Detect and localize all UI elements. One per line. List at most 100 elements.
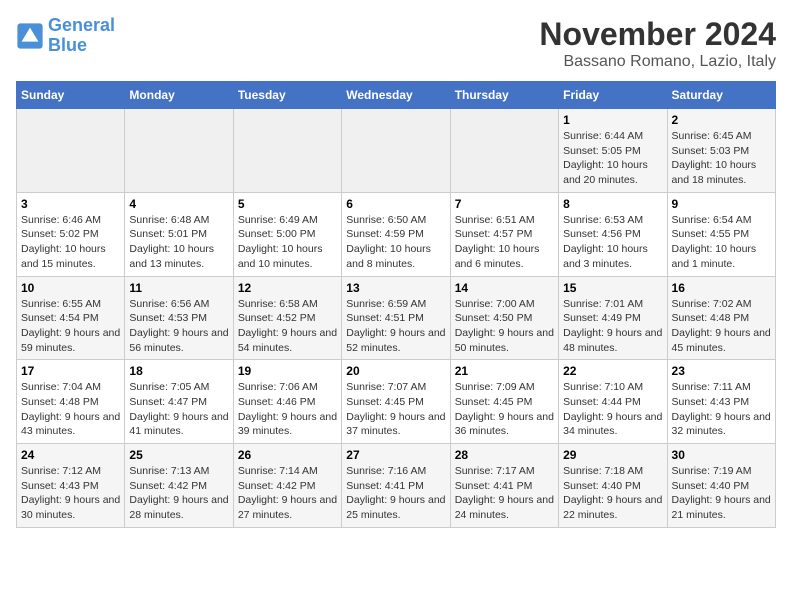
calendar-day-cell: 7 Sunrise: 6:51 AM Sunset: 4:57 PM Daylig…: [450, 192, 558, 276]
calendar-day-cell: [233, 109, 341, 193]
day-info: Sunrise: 7:16 AM Sunset: 4:41 PM Dayligh…: [346, 464, 445, 523]
day-number: 6: [346, 197, 445, 211]
day-info: Sunrise: 7:17 AM Sunset: 4:41 PM Dayligh…: [455, 464, 554, 523]
day-number: 4: [129, 197, 228, 211]
day-info: Sunrise: 6:49 AM Sunset: 5:00 PM Dayligh…: [238, 213, 337, 272]
day-number: 17: [21, 364, 120, 378]
day-info: Sunrise: 6:56 AM Sunset: 4:53 PM Dayligh…: [129, 297, 228, 356]
day-number: 22: [563, 364, 662, 378]
calendar-day-cell: 22Sunrise: 7:10 AM Sunset: 4:44 PM Dayli…: [559, 360, 667, 444]
calendar-body: 1 Sunrise: 6:44 AM Sunset: 5:05 PM Daylig…: [17, 109, 776, 528]
day-info: Sunrise: 7:00 AM Sunset: 4:50 PM Dayligh…: [455, 297, 554, 356]
day-number: 3: [21, 197, 120, 211]
weekday-header: Thursday: [450, 82, 558, 109]
day-info: Sunrise: 6:46 AM Sunset: 5:02 PM Dayligh…: [21, 213, 120, 272]
day-info: Sunrise: 7:04 AM Sunset: 4:48 PM Dayligh…: [21, 380, 120, 439]
calendar-day-cell: 3 Sunrise: 6:46 AM Sunset: 5:02 PM Daylig…: [17, 192, 125, 276]
day-info: Sunrise: 7:18 AM Sunset: 4:40 PM Dayligh…: [563, 464, 662, 523]
calendar-day-cell: 15 Sunrise: 7:01 AM Sunset: 4:49 PM Dayli…: [559, 276, 667, 360]
day-number: 25: [129, 448, 228, 462]
calendar-week-row: 1 Sunrise: 6:44 AM Sunset: 5:05 PM Daylig…: [17, 109, 776, 193]
weekday-header: Sunday: [17, 82, 125, 109]
calendar-week-row: 3 Sunrise: 6:46 AM Sunset: 5:02 PM Daylig…: [17, 192, 776, 276]
day-number: 29: [563, 448, 662, 462]
day-info: Sunrise: 6:44 AM Sunset: 5:05 PM Dayligh…: [563, 129, 662, 188]
day-info: Sunrise: 6:59 AM Sunset: 4:51 PM Dayligh…: [346, 297, 445, 356]
logo: General Blue: [16, 16, 115, 56]
day-number: 9: [672, 197, 771, 211]
day-info: Sunrise: 6:45 AM Sunset: 5:03 PM Dayligh…: [672, 129, 771, 188]
calendar-day-cell: 13 Sunrise: 6:59 AM Sunset: 4:51 PM Dayli…: [342, 276, 450, 360]
calendar-day-cell: 12 Sunrise: 6:58 AM Sunset: 4:52 PM Dayli…: [233, 276, 341, 360]
header: General Blue November 2024 Bassano Roman…: [16, 16, 776, 71]
calendar-week-row: 10 Sunrise: 6:55 AM Sunset: 4:54 PM Dayli…: [17, 276, 776, 360]
day-number: 30: [672, 448, 771, 462]
calendar-day-cell: 26 Sunrise: 7:14 AM Sunset: 4:42 PM Dayli…: [233, 444, 341, 528]
logo-icon: [16, 22, 44, 50]
calendar-day-cell: 4 Sunrise: 6:48 AM Sunset: 5:01 PM Daylig…: [125, 192, 233, 276]
calendar-day-cell: 27 Sunrise: 7:16 AM Sunset: 4:41 PM Dayli…: [342, 444, 450, 528]
weekday-header: Wednesday: [342, 82, 450, 109]
day-number: 1: [563, 113, 662, 127]
day-number: 15: [563, 281, 662, 295]
day-info: Sunrise: 7:09 AM Sunset: 4:45 PM Dayligh…: [455, 380, 554, 439]
title-block: November 2024 Bassano Romano, Lazio, Ita…: [539, 16, 776, 71]
day-info: Sunrise: 6:54 AM Sunset: 4:55 PM Dayligh…: [672, 213, 771, 272]
day-number: 21: [455, 364, 554, 378]
day-number: 27: [346, 448, 445, 462]
day-number: 18: [129, 364, 228, 378]
day-number: 28: [455, 448, 554, 462]
calendar-day-cell: 5Sunrise: 6:49 AM Sunset: 5:00 PM Daylig…: [233, 192, 341, 276]
calendar-week-row: 17 Sunrise: 7:04 AM Sunset: 4:48 PM Dayli…: [17, 360, 776, 444]
calendar-day-cell: 21 Sunrise: 7:09 AM Sunset: 4:45 PM Dayli…: [450, 360, 558, 444]
day-info: Sunrise: 6:58 AM Sunset: 4:52 PM Dayligh…: [238, 297, 337, 356]
day-number: 24: [21, 448, 120, 462]
day-number: 14: [455, 281, 554, 295]
day-info: Sunrise: 6:48 AM Sunset: 5:01 PM Dayligh…: [129, 213, 228, 272]
day-info: Sunrise: 7:11 AM Sunset: 4:43 PM Dayligh…: [672, 380, 771, 439]
day-number: 11: [129, 281, 228, 295]
calendar-day-cell: 18 Sunrise: 7:05 AM Sunset: 4:47 PM Dayli…: [125, 360, 233, 444]
day-info: Sunrise: 6:55 AM Sunset: 4:54 PM Dayligh…: [21, 297, 120, 356]
day-info: Sunrise: 6:51 AM Sunset: 4:57 PM Dayligh…: [455, 213, 554, 272]
day-info: Sunrise: 7:07 AM Sunset: 4:45 PM Dayligh…: [346, 380, 445, 439]
day-number: 8: [563, 197, 662, 211]
day-info: Sunrise: 7:02 AM Sunset: 4:48 PM Dayligh…: [672, 297, 771, 356]
weekday-header: Monday: [125, 82, 233, 109]
day-info: Sunrise: 7:13 AM Sunset: 4:42 PM Dayligh…: [129, 464, 228, 523]
calendar-day-cell: 24 Sunrise: 7:12 AM Sunset: 4:43 PM Dayli…: [17, 444, 125, 528]
calendar-day-cell: 2Sunrise: 6:45 AM Sunset: 5:03 PM Daylig…: [667, 109, 775, 193]
calendar-table: SundayMondayTuesdayWednesdayThursdayFrid…: [16, 81, 776, 528]
calendar-day-cell: 16Sunrise: 7:02 AM Sunset: 4:48 PM Dayli…: [667, 276, 775, 360]
calendar-day-cell: 8 Sunrise: 6:53 AM Sunset: 4:56 PM Daylig…: [559, 192, 667, 276]
calendar-day-cell: [450, 109, 558, 193]
day-number: 10: [21, 281, 120, 295]
day-info: Sunrise: 7:12 AM Sunset: 4:43 PM Dayligh…: [21, 464, 120, 523]
calendar-day-cell: 23Sunrise: 7:11 AM Sunset: 4:43 PM Dayli…: [667, 360, 775, 444]
calendar-day-cell: 28 Sunrise: 7:17 AM Sunset: 4:41 PM Dayli…: [450, 444, 558, 528]
calendar-day-cell: 30Sunrise: 7:19 AM Sunset: 4:40 PM Dayli…: [667, 444, 775, 528]
day-number: 12: [238, 281, 337, 295]
calendar-day-cell: [342, 109, 450, 193]
calendar-day-cell: [17, 109, 125, 193]
calendar-day-cell: 19Sunrise: 7:06 AM Sunset: 4:46 PM Dayli…: [233, 360, 341, 444]
calendar-day-cell: 9 Sunrise: 6:54 AM Sunset: 4:55 PM Daylig…: [667, 192, 775, 276]
calendar-day-cell: 1 Sunrise: 6:44 AM Sunset: 5:05 PM Daylig…: [559, 109, 667, 193]
day-number: 13: [346, 281, 445, 295]
day-number: 20: [346, 364, 445, 378]
day-number: 19: [238, 364, 337, 378]
day-info: Sunrise: 7:14 AM Sunset: 4:42 PM Dayligh…: [238, 464, 337, 523]
logo-text: General Blue: [48, 16, 115, 56]
calendar-day-cell: 17 Sunrise: 7:04 AM Sunset: 4:48 PM Dayli…: [17, 360, 125, 444]
day-number: 26: [238, 448, 337, 462]
calendar-day-cell: 6 Sunrise: 6:50 AM Sunset: 4:59 PM Daylig…: [342, 192, 450, 276]
day-info: Sunrise: 6:53 AM Sunset: 4:56 PM Dayligh…: [563, 213, 662, 272]
day-info: Sunrise: 6:50 AM Sunset: 4:59 PM Dayligh…: [346, 213, 445, 272]
calendar-day-cell: [125, 109, 233, 193]
day-info: Sunrise: 7:01 AM Sunset: 4:49 PM Dayligh…: [563, 297, 662, 356]
day-number: 7: [455, 197, 554, 211]
calendar-day-cell: 11 Sunrise: 6:56 AM Sunset: 4:53 PM Dayli…: [125, 276, 233, 360]
day-info: Sunrise: 7:05 AM Sunset: 4:47 PM Dayligh…: [129, 380, 228, 439]
weekday-header: Friday: [559, 82, 667, 109]
weekday-header: Saturday: [667, 82, 775, 109]
